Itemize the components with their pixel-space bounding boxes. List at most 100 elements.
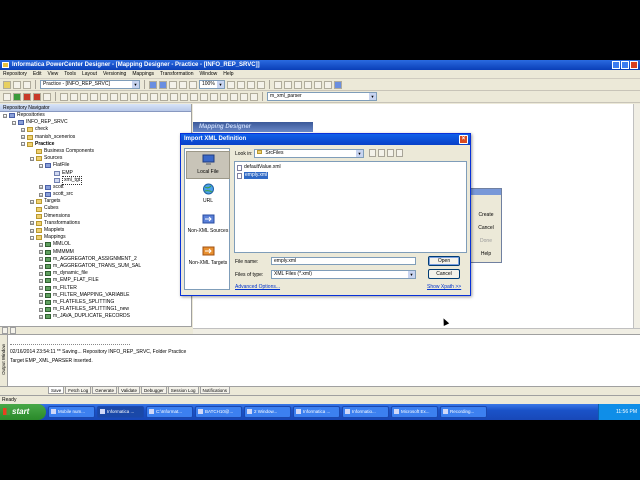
collapse-icon[interactable]: − [30, 156, 34, 161]
taskbar-button[interactable]: Microsoft Ex... [391, 406, 438, 418]
stop-icon[interactable] [23, 92, 31, 101]
expand-icon[interactable]: + [39, 250, 43, 255]
expand-icon[interactable]: + [39, 278, 43, 283]
zoom-out-icon[interactable] [237, 80, 245, 89]
tree-item[interactable]: + m_JAVA_DUPLICATE_RECORDS [0, 313, 191, 320]
expand-icon[interactable]: + [39, 242, 43, 247]
target-designer-icon[interactable] [13, 92, 21, 101]
tree-item[interactable]: + MMLOL [0, 241, 191, 248]
open-button[interactable]: Open [428, 256, 460, 266]
arrange-icon[interactable] [274, 80, 282, 89]
expand-icon[interactable]: + [21, 135, 25, 140]
tree-item[interactable]: + m_FLATFILES_SPLITTING [0, 299, 191, 306]
menu-mappings[interactable]: Mappings [132, 71, 154, 77]
taskbar-button[interactable]: BATCH10@... [195, 406, 242, 418]
record-icon[interactable] [33, 92, 41, 101]
expand-icon[interactable]: + [39, 257, 43, 262]
close-icon[interactable]: × [459, 135, 468, 144]
transform-1-icon[interactable] [60, 92, 68, 101]
tree-item[interactable]: − Repositories [0, 112, 191, 119]
zoom-in-icon[interactable] [227, 80, 235, 89]
transform-9-icon[interactable] [140, 92, 148, 101]
expand-icon[interactable]: + [21, 127, 25, 132]
menu-edit[interactable]: Edit [33, 71, 42, 77]
expand-icon[interactable]: + [39, 314, 43, 319]
transform-7-icon[interactable] [120, 92, 128, 101]
file-type-combo[interactable]: XML Files (*.xml) ▼ [271, 270, 416, 279]
menu-tools[interactable]: Tools [64, 71, 76, 77]
save-icon[interactable] [13, 80, 21, 89]
tree-item[interactable]: − FlatFile [0, 162, 191, 169]
open-folder-icon[interactable] [3, 80, 11, 89]
transform-19-icon[interactable] [240, 92, 248, 101]
tab-save[interactable]: Save [48, 387, 65, 394]
collapse-icon[interactable]: − [3, 113, 7, 118]
iconize-icon[interactable] [284, 80, 292, 89]
background-dialog-titlebar[interactable] [471, 189, 501, 195]
expand-icon[interactable]: + [39, 293, 43, 298]
help-icon[interactable] [334, 80, 342, 89]
file-item[interactable]: defaultValue.xml [237, 164, 281, 171]
folder-combo[interactable]: Practice - [INFO_REP_SRVC] ▼ [40, 80, 140, 89]
mapping-combo[interactable]: m_xml_parser ▼ [267, 92, 377, 101]
link-icon[interactable] [304, 80, 312, 89]
new-folder-icon[interactable] [387, 149, 394, 157]
start-button[interactable]: start [0, 404, 46, 420]
tree-item[interactable]: + manish_scenerios [0, 134, 191, 141]
tree-item[interactable]: − INFO_REP_SRVC [0, 119, 191, 126]
tree-item[interactable]: + Mapplets [0, 227, 191, 234]
tree-item[interactable]: + m_FILTER [0, 285, 191, 292]
up-folder-icon[interactable] [378, 149, 385, 157]
zoom-combo[interactable]: 100% ▼ [199, 80, 225, 89]
expand-icon[interactable]: + [39, 307, 43, 312]
menu-window[interactable]: Window [199, 71, 217, 77]
clock[interactable]: 11:56 PM [616, 409, 637, 415]
menu-help[interactable]: Help [223, 71, 233, 77]
transform-11-icon[interactable] [160, 92, 168, 101]
tree-item[interactable]: +Business Components [0, 148, 191, 155]
transform-3-icon[interactable] [80, 92, 88, 101]
dialog-titlebar[interactable]: Import XML Definition × [181, 134, 470, 145]
look-in-combo[interactable]: SrcFiles ▼ [254, 149, 364, 158]
taskbar-button[interactable]: 2 Window... [244, 406, 291, 418]
tab-session-log[interactable]: Session Log [167, 387, 199, 394]
expand-icon[interactable]: + [30, 221, 34, 226]
transform-12-icon[interactable] [170, 92, 178, 101]
menu-repository[interactable]: Repository [3, 71, 27, 77]
taskbar-button[interactable]: Informatio... [342, 406, 389, 418]
tree-item[interactable]: + Transformations [0, 220, 191, 227]
file-list[interactable]: defaultValue.xml emply.xml [234, 161, 467, 253]
place-non-xml-sources[interactable]: Non-XML Sources [186, 211, 230, 239]
create-button[interactable]: Create [473, 211, 499, 220]
tab-notifications[interactable]: Notifications [199, 387, 231, 394]
mapplet-designer-icon[interactable] [43, 92, 51, 101]
taskbar-button[interactable]: Recording... [440, 406, 487, 418]
tree-item[interactable]: +Cubes [0, 205, 191, 212]
output-icon[interactable] [159, 80, 167, 89]
tab-debugger[interactable]: Debugger [140, 387, 167, 394]
tree-item[interactable]: + MMMMM [0, 249, 191, 256]
expand-icon[interactable]: + [30, 228, 34, 233]
transform-15-icon[interactable] [200, 92, 208, 101]
expand-icon[interactable]: + [30, 199, 34, 204]
help-button[interactable]: Help [473, 250, 499, 259]
transform-6-icon[interactable] [110, 92, 118, 101]
layout-icon[interactable] [189, 80, 197, 89]
tree-item[interactable]: + m_AGGREGATOR_TRANS_SUM_SAL [0, 263, 191, 270]
close-icon[interactable] [630, 61, 638, 69]
transform-10-icon[interactable] [150, 92, 158, 101]
place-local-file[interactable]: Local File [186, 151, 230, 179]
taskbar-button[interactable]: C:\Informat... [146, 406, 193, 418]
cancel-button[interactable]: Cancel [428, 269, 460, 279]
tree-item[interactable]: +xml_tgt [0, 175, 191, 185]
expand-icon[interactable]: + [39, 192, 43, 197]
maximize-icon[interactable] [621, 61, 629, 69]
expand-icon[interactable]: + [39, 264, 43, 269]
transform-2-icon[interactable] [70, 92, 78, 101]
expand-icon[interactable]: + [39, 300, 43, 305]
taskbar-button[interactable]: Informatica ... [97, 406, 144, 418]
file-item[interactable]: emply.xml [237, 172, 269, 179]
tree-item[interactable]: + m_AGGREGATOR_ASSIGNMENT_2 [0, 256, 191, 263]
grid-icon[interactable] [179, 80, 187, 89]
tree-item[interactable]: +EMP [0, 170, 191, 177]
